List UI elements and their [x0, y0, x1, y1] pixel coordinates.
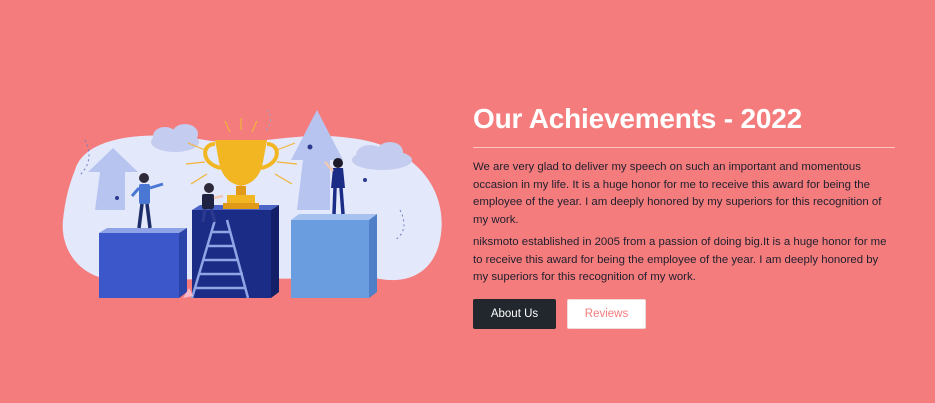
about-us-button[interactable]: About Us — [473, 298, 556, 329]
title-divider — [473, 147, 895, 148]
intro-paragraph: We are very glad to deliver my speech on… — [473, 161, 882, 226]
achievement-illustration — [55, 100, 450, 315]
action-buttons: About Us Reviews — [473, 298, 895, 329]
company-paragraph: niksmoto established in 2005 from a pass… — [473, 236, 887, 283]
reviews-button[interactable]: Reviews — [567, 298, 646, 329]
section-title: Our Achievements - 2022 — [473, 103, 802, 134]
achievements-content: Our Achievements - 2022 We are very glad… — [473, 100, 895, 329]
